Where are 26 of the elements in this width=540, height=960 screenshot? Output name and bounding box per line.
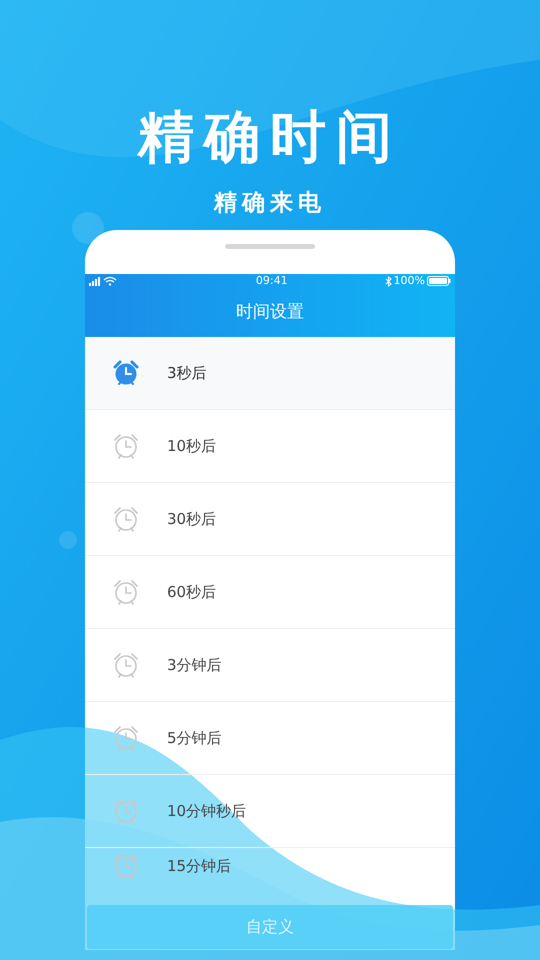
headline: 精确时间 bbox=[138, 104, 402, 172]
subheadline: 精确来电 bbox=[214, 189, 326, 218]
signal-wifi-icon bbox=[89, 276, 119, 286]
bubble bbox=[59, 531, 77, 549]
option-label: 3分钟后 bbox=[167, 654, 222, 676]
battery-icon bbox=[427, 276, 451, 286]
option-label: 30秒后 bbox=[167, 508, 216, 530]
bluetooth-icon bbox=[384, 276, 392, 286]
option-label: 5分钟后 bbox=[167, 728, 222, 749]
option-label: 60秒后 bbox=[167, 582, 216, 603]
time-option[interactable]: 3分钟后 bbox=[85, 629, 455, 702]
nav-title: 时间设置 bbox=[235, 300, 305, 324]
time-option[interactable]: 10秒后 bbox=[85, 410, 455, 483]
time-option[interactable]: 30秒后 bbox=[85, 483, 455, 556]
time-option[interactable]: 3秒后 bbox=[85, 337, 455, 410]
status-time: 09:41 bbox=[256, 274, 288, 288]
time-option[interactable]: 5分钟后 bbox=[85, 702, 455, 775]
time-option[interactable]: 10分钟秒后 bbox=[85, 775, 455, 848]
bubble bbox=[72, 212, 104, 244]
option-label: 10秒后 bbox=[167, 436, 216, 457]
time-option[interactable]: 60秒后 bbox=[85, 556, 455, 629]
battery-percent: 100% bbox=[394, 274, 425, 288]
option-label: 15分钟后 bbox=[167, 856, 232, 877]
time-option[interactable]: 15分钟后 bbox=[85, 848, 455, 884]
option-label: 3秒后 bbox=[167, 362, 207, 384]
option-label: 10分钟秒后 bbox=[167, 800, 246, 822]
